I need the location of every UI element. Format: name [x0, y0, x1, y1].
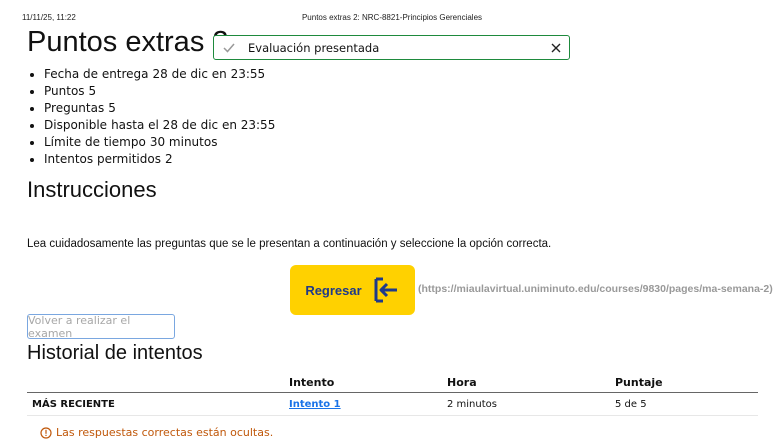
- column-header-score: Puntaje: [615, 372, 758, 393]
- detail-label: Puntos: [44, 84, 85, 98]
- attempt-history-heading: Historial de intentos: [27, 342, 203, 364]
- column-header-label: [27, 372, 289, 393]
- row-label: MÁS RECIENTE: [27, 392, 289, 416]
- time-cell: 2 minutos: [447, 392, 615, 416]
- page-title: Puntos extras 2: [27, 26, 229, 58]
- retake-quiz-button[interactable]: Volver a realizar el examen: [27, 314, 175, 340]
- detail-label: Fecha de entrega: [44, 67, 149, 81]
- detail-label: Disponible: [44, 118, 108, 132]
- check-icon: [223, 43, 235, 53]
- detail-time-limit: Límite de tiempo30 minutos: [44, 134, 279, 151]
- table-row: MÁS RECIENTE Intento 1 2 minutos 5 de 5: [27, 392, 758, 416]
- attempt-history-table: Intento Hora Puntaje MÁS RECIENTE Intent…: [27, 372, 758, 416]
- hidden-answers-notice: Las respuestas correctas están ocultas.: [40, 426, 273, 439]
- detail-due-date: Fecha de entrega28 de dic en 23:55: [44, 66, 279, 83]
- print-document-title: Puntos extras 2: NRC-8821-Principios Ger…: [301, 13, 483, 22]
- detail-label: Preguntas: [44, 101, 105, 115]
- score-cell: 5 de 5: [615, 392, 758, 416]
- sign-out-arrow-icon: [374, 277, 397, 303]
- success-toast: Evaluación presentada: [213, 35, 570, 60]
- table-header-row: Intento Hora Puntaje: [27, 372, 758, 393]
- warning-circle-icon: [40, 426, 52, 439]
- close-icon[interactable]: [551, 43, 561, 53]
- column-header-time: Hora: [447, 372, 615, 393]
- detail-label: Intentos permitidos: [44, 152, 161, 166]
- detail-questions: Preguntas5: [44, 100, 279, 117]
- detail-value: 5: [108, 101, 116, 115]
- detail-value: 28 de dic en 23:55: [152, 67, 266, 81]
- instructions-heading: Instrucciones: [27, 177, 157, 202]
- detail-value: 30 minutos: [149, 135, 218, 149]
- hidden-answers-text: Las respuestas correctas están ocultas.: [56, 426, 274, 439]
- toast-message: Evaluación presentada: [248, 40, 380, 55]
- detail-value: 5: [88, 84, 97, 98]
- detail-points: Puntos5: [44, 83, 279, 100]
- detail-value: hasta el 28 de dic en 23:55: [111, 118, 276, 132]
- back-button-label: Regresar: [305, 282, 362, 298]
- detail-allowed-attempts: Intentos permitidos2: [44, 151, 279, 168]
- quiz-details-list: Fecha de entrega28 de dic en 23:55 Punto…: [26, 66, 279, 168]
- detail-label: Límite de tiempo: [44, 135, 146, 149]
- back-button[interactable]: Regresar: [290, 265, 415, 315]
- column-header-attempt: Intento: [289, 372, 447, 393]
- print-header: 11/11/25, 11:22 Puntos extras 2: NRC-882…: [0, 13, 784, 25]
- attempt-link[interactable]: Intento 1: [289, 399, 341, 410]
- detail-value: 2: [164, 152, 173, 166]
- detail-available: Disponiblehasta el 28 de dic en 23:55: [44, 117, 279, 134]
- back-link-url[interactable]: (https://miaulavirtual.uniminuto.edu/cou…: [418, 283, 773, 295]
- instructions-text: Lea cuidadosamente las preguntas que se …: [27, 238, 552, 250]
- attempt-cell: Intento 1: [289, 392, 447, 416]
